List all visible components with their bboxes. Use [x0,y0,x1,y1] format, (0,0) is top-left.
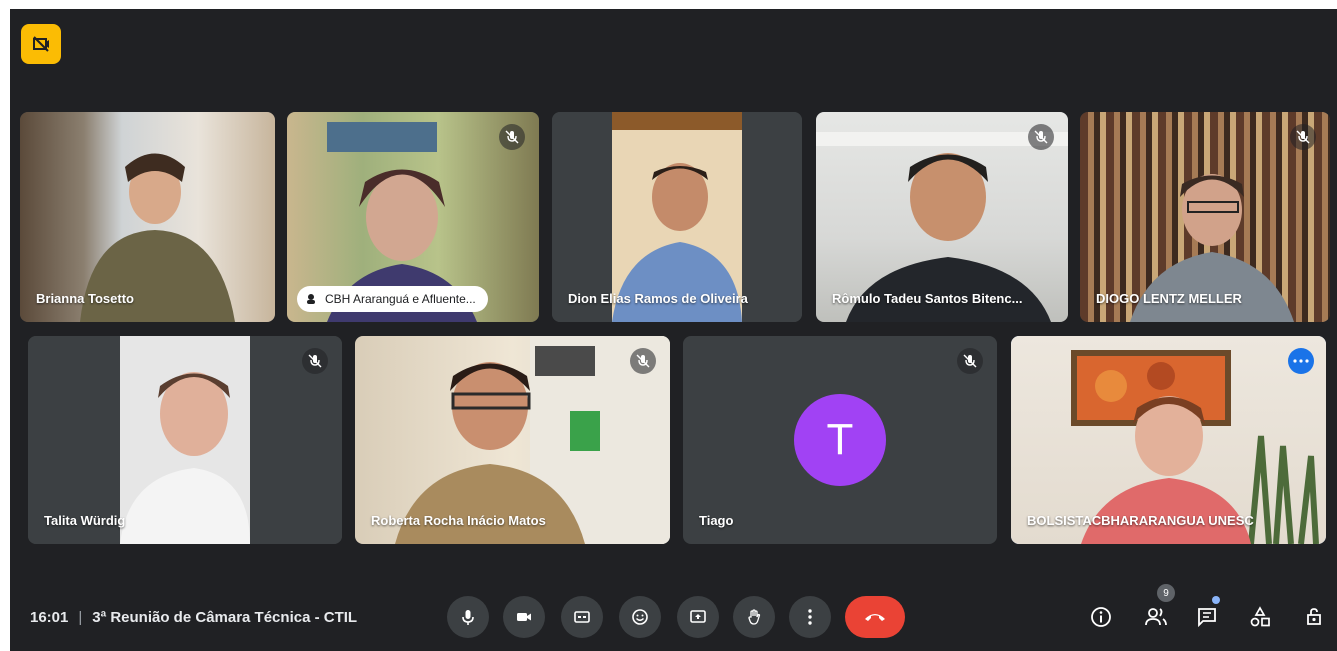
participant-count-badge: 9 [1157,584,1175,602]
people-icon [1145,608,1167,626]
microphone-icon [462,610,474,625]
participant-tile-5[interactable]: DIOGO LENTZ MELLER [1080,112,1330,322]
microphone-button[interactable] [447,596,489,638]
presenting-icon [307,294,315,304]
chat-icon [1198,608,1216,628]
participant-tile-4[interactable]: Rômulo Tadeu Santos Bitenc... [816,112,1068,322]
captions-button[interactable] [561,596,603,638]
more-options-icon[interactable] [1288,348,1314,374]
reactions-button[interactable] [619,596,661,638]
participant-name: Dion Elias Ramos de Oliveira [568,291,748,306]
host-controls-icon [1307,608,1321,625]
divider: | [78,608,83,626]
meeting-title: 3ª Reunião de Câmara Técnica - CTIL [92,608,358,626]
info-icon [1091,607,1111,627]
participant-name: CBH Araranguá e Afluente... [325,292,476,306]
people-button[interactable] [1140,601,1172,633]
meeting-stage: Brianna Tosetto CBH Araranguá e Afluente… [10,9,1337,651]
mic-off-icon [302,348,328,374]
more-options-button[interactable] [789,596,831,638]
camera-button[interactable] [503,596,545,638]
mic-off-icon [499,124,525,150]
participant-tile-2[interactable]: CBH Araranguá e Afluente... [287,112,539,322]
participant-name: Roberta Rocha Inácio Matos [371,513,546,528]
participant-name-pill: CBH Araranguá e Afluente... [297,286,488,312]
participant-tile-8[interactable]: T Tiago [683,336,997,544]
participant-name: Rômulo Tadeu Santos Bitenc... [832,291,1023,306]
participant-name: Brianna Tosetto [36,291,134,306]
participant-name: Tiago [699,513,734,528]
hang-up-button[interactable] [845,596,905,638]
present-screen-icon [690,610,706,623]
meeting-info: 16:01 | 3ª Reunião de Câmara Técnica - C… [30,607,357,627]
emoji-icon [632,609,648,625]
participant-tile-7[interactable]: Roberta Rocha Inácio Matos [355,336,670,544]
participant-tile-3[interactable]: Dion Elias Ramos de Oliveira [552,112,802,322]
participant-tile-1[interactable]: Brianna Tosetto [20,112,275,322]
hang-up-icon [865,614,885,621]
participant-tile-6[interactable]: Talita Würdig [28,336,342,544]
host-controls-button[interactable] [1298,601,1330,633]
more-options-icon [808,609,812,625]
raise-hand-button[interactable] [733,596,775,638]
participant-name: BOLSISTACBHARARANGUA UNESC [1027,513,1254,528]
captions-icon [574,611,590,623]
activities-button[interactable] [1244,601,1276,633]
mic-off-icon [1290,124,1316,150]
recording-indicator-icon[interactable] [21,24,61,64]
activities-icon [1250,606,1270,627]
participant-name: DIOGO LENTZ MELLER [1096,291,1242,306]
present-button[interactable] [677,596,719,638]
raise-hand-icon [748,609,761,625]
mic-off-icon [1028,124,1054,150]
mic-off-icon [957,348,983,374]
mic-off-icon [630,348,656,374]
chat-button[interactable] [1191,601,1223,633]
participant-name: Talita Würdig [44,513,126,528]
participant-tile-9[interactable]: BOLSISTACBHARARANGUA UNESC [1011,336,1326,544]
avatar: T [794,394,886,486]
meeting-details-button[interactable] [1085,601,1117,633]
camera-icon [517,613,531,621]
meeting-time: 16:01 [30,608,69,626]
